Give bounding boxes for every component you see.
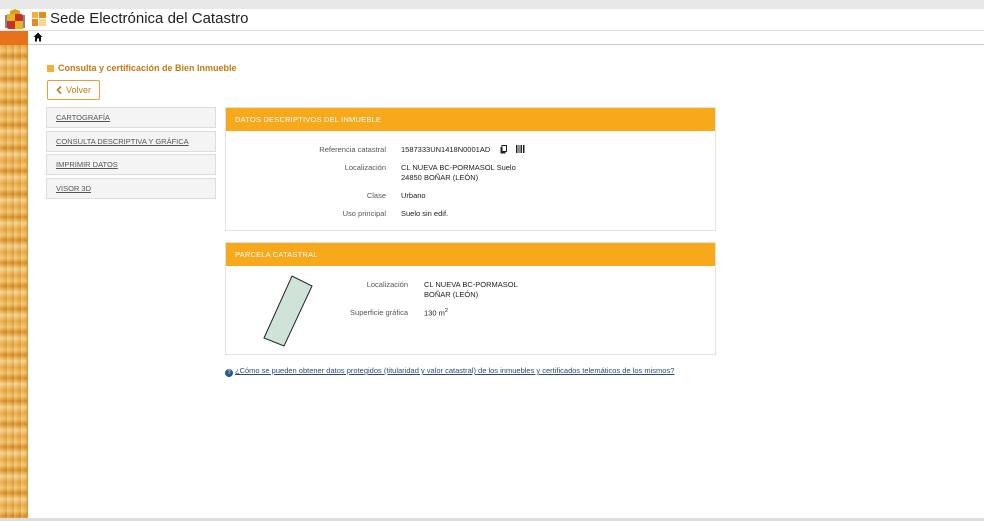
sidebar-item-cartografia[interactable]: CARTOGRAFÍA (46, 107, 216, 128)
site-title: Sede Electrónica del Catastro (50, 10, 249, 27)
home-icon[interactable] (33, 32, 43, 42)
superficie-label: Superficie gráfica (350, 308, 408, 317)
superficie-value: 130 m2 (424, 308, 448, 318)
decorative-side-image (0, 45, 28, 521)
clase-label: Clase (366, 191, 386, 200)
question-icon: ? (225, 369, 233, 377)
back-button[interactable]: Volver (47, 80, 100, 100)
sidebar-item-label: CONSULTA DESCRIPTIVA Y GRÁFICA (56, 136, 189, 146)
datos-descriptivos-panel: DATOS DESCRIPTIVOS DEL INMUEBLE Referenc… (225, 107, 716, 231)
parcela-localizacion-label: Localización (366, 280, 408, 289)
side-menu: CARTOGRAFÍA CONSULTA DESCRIPTIVA Y GRÁFI… (46, 107, 216, 201)
parcela-panel-heading: PARCELA CATASTRAL (226, 243, 715, 266)
coat-of-arms-icon (5, 9, 25, 29)
site-header: Sede Electrónica del Catastro (0, 9, 984, 31)
parcela-localizacion-line2: BOÑAR (LEÓN) (424, 290, 479, 299)
localizacion-row: Localización CL NUEVA BC-PORMASOL Suelo … (226, 163, 717, 185)
parcela-catastral-panel: PARCELA CATASTRAL Localización CL NUEVA … (225, 242, 716, 355)
sidebar-item-imprimir-datos[interactable]: IMPRIMIR DATOS (46, 154, 216, 175)
superficie-number: 130 m (424, 308, 445, 318)
uso-principal-value: Suelo sin edif. (401, 209, 449, 218)
page-title-text: Consulta y certificación de Bien Inmuebl… (58, 63, 237, 73)
nav-bar (0, 31, 984, 45)
superficie-unit-exponent: 2 (444, 308, 448, 314)
clase-value: Urbano (401, 191, 426, 200)
parcela-localizacion-row: Localización CL NUEVA BC-PORMASOL BOÑAR … (226, 280, 717, 302)
sidebar-item-visor-3d[interactable]: VISOR 3D (46, 177, 216, 199)
protected-data-link[interactable]: ¿Cómo se pueden obtener datos protegidos… (235, 366, 674, 375)
sidebar-item-label: CARTOGRAFÍA (56, 113, 110, 122)
protected-data-info: ? ¿Cómo se pueden obtener datos protegido… (225, 366, 705, 377)
localizacion-label: Localización (344, 163, 386, 172)
localizacion-line2: 24850 BOÑAR (LEÓN) (401, 173, 479, 182)
chevron-left-icon (56, 86, 62, 94)
sidebar-item-label: IMPRIMIR DATOS (56, 160, 118, 169)
datos-panel-heading: DATOS DESCRIPTIVOS DEL INMUEBLE (226, 108, 715, 131)
parcela-localizacion-line1: CL NUEVA BC-PORMASOL (424, 280, 518, 289)
catastro-logo-icon (32, 12, 46, 26)
ref-catastral-value: 1587333UN1418N0001AD (401, 145, 491, 154)
copy-icon[interactable] (500, 145, 507, 154)
uso-principal-label: Uso principal (342, 209, 386, 218)
ref-catastral-label: Referencia catastral (319, 145, 386, 154)
browser-top-strip (0, 0, 984, 9)
sidebar-item-label: VISOR 3D (56, 183, 92, 193)
sidebar-item-consulta-descriptiva[interactable]: CONSULTA DESCRIPTIVA Y GRÁFICA (46, 130, 216, 152)
back-button-label: Volver (65, 85, 91, 95)
page-title: Consulta y certificación de Bien Inmuebl… (47, 63, 237, 73)
nav-accent (0, 31, 28, 45)
barcode-icon[interactable] (516, 145, 525, 153)
title-bullet-icon (47, 64, 54, 72)
localizacion-line1: CL NUEVA BC-PORMASOL Suelo (401, 163, 516, 172)
